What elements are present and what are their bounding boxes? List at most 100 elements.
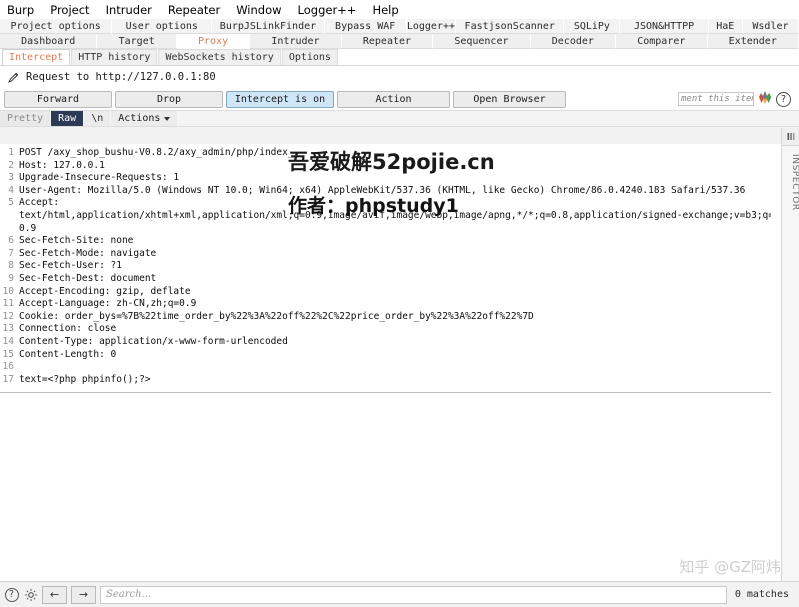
request-line: 17text=<?php phpinfo();?> [0,374,771,387]
line-number: 17 [0,374,19,387]
actions-menu[interactable]: Actions [111,111,178,126]
request-line: 3Upgrade-Insecure-Requests: 1 [0,172,771,185]
tab-extender[interactable]: Extender [708,34,799,49]
forward-button[interactable]: Forward [4,91,112,108]
line-number: 3 [0,172,19,185]
gear-icon[interactable] [23,587,38,602]
request-line: 16 [0,361,771,374]
request-line: 12Cookie: order_bys=%7B%22time_order_by%… [0,311,771,324]
line-text: Upgrade-Insecure-Requests: 1 [19,172,179,185]
line-number: 14 [0,336,19,349]
help-circle-icon[interactable]: ? [776,92,791,107]
action-button[interactable]: Action [337,91,450,108]
tab-user-options[interactable]: User options [112,19,212,34]
line-text: text/html,application/xhtml+xml,applicat… [19,210,771,223]
tab-project-options[interactable]: Project options [0,19,112,34]
tab-decoder[interactable]: Decoder [531,34,616,49]
tab-logger-plus[interactable]: Logger++ [407,19,456,34]
line-text: POST /axy_shop_bushu-V0.8.2/axy_admin/ph… [19,147,294,160]
subtab-websockets-history[interactable]: WebSockets history [158,49,280,65]
pretty-button[interactable]: Pretty [0,111,51,126]
body-separator [0,392,771,393]
tab-sqlipy[interactable]: SQLiPy [564,19,620,34]
request-raw-text[interactable]: 1POST /axy_shop_bushu-V0.8.2/axy_admin/p… [0,144,771,581]
menu-item-project[interactable]: Project [47,2,92,18]
request-line: text/html,application/xhtml+xml,applicat… [0,210,771,223]
line-text: Sec-Fetch-Dest: document [19,273,156,286]
line-text: Content-Length: 0 [19,349,116,362]
menu-item-logger[interactable]: Logger++ [295,2,360,18]
tab-burpjslinkfinder[interactable]: BurpJSLinkFinder [212,19,324,34]
menu-item-window[interactable]: Window [233,2,284,18]
request-line: 9Sec-Fetch-Dest: document [0,273,771,286]
line-number: 9 [0,273,19,286]
menubar: Burp Project Intruder Repeater Window Lo… [0,0,799,19]
panel-toggle-icon[interactable] [782,128,799,146]
tab-intruder[interactable]: Intruder [250,34,341,49]
request-line: 0.9 [0,223,771,236]
search-status-bar: ? ← → Search... 0 matches [0,581,799,607]
actions-label: Actions [118,113,160,124]
line-number: 6 [0,235,19,248]
line-number: 12 [0,311,19,324]
drop-button[interactable]: Drop [115,91,223,108]
tab-dashboard[interactable]: Dashboard [0,34,97,49]
arrow-left-icon[interactable]: ← [42,586,67,604]
request-line: 11Accept-Language: zh-CN,zh;q=0.9 [0,298,771,311]
right-tools-group: ment this item ? [678,90,795,108]
intercept-toggle-button[interactable]: Intercept is on [226,91,334,108]
request-line: 7Sec-Fetch-Mode: navigate [0,248,771,261]
tab-repeater[interactable]: Repeater [342,34,433,49]
tab-sequencer[interactable]: Sequencer [433,34,530,49]
line-number: 15 [0,349,19,362]
line-text: Content-Type: application/x-www-form-url… [19,336,288,349]
menu-item-intruder[interactable]: Intruder [103,2,155,18]
message-editor-toolbar: Pretty Raw \n Actions [0,110,799,127]
line-number: 2 [0,160,19,173]
subtab-intercept[interactable]: Intercept [2,49,70,65]
subtab-http-history[interactable]: HTTP history [71,49,157,65]
line-text: text=<?php phpinfo();?> [19,374,151,387]
tab-proxy[interactable]: Proxy [177,34,250,49]
request-line: 2Host: 127.0.0.1 [0,160,771,173]
tab-json-httpp[interactable]: JSON&HTTPP [620,19,708,34]
color-palette-icon[interactable] [757,90,773,108]
newline-button[interactable]: \n [84,111,111,126]
line-number: 5 [0,197,19,210]
line-text: Sec-Fetch-Site: none [19,235,133,248]
line-number: 8 [0,260,19,273]
request-target-text: Request to http://127.0.0.1:80 [26,71,216,83]
line-number: 11 [0,298,19,311]
intercept-action-bar: Forward Drop Intercept is on Action Open… [0,88,799,110]
tab-wsdler[interactable]: Wsdler [743,19,799,34]
raw-button[interactable]: Raw [51,111,84,126]
line-number: 10 [0,286,19,299]
menu-item-burp[interactable]: Burp [4,2,37,18]
menu-item-help[interactable]: Help [369,2,401,18]
line-number [0,223,19,236]
tab-comparer[interactable]: Comparer [616,34,707,49]
match-count: 0 matches [731,589,795,600]
subtab-options[interactable]: Options [282,49,338,65]
burp-suite-window: Burp Project Intruder Repeater Window Lo… [0,0,799,607]
comment-input[interactable]: ment this item [678,92,754,106]
menu-item-repeater[interactable]: Repeater [165,2,223,18]
request-editor-panel[interactable]: 1POST /axy_shop_bushu-V0.8.2/axy_admin/p… [0,144,799,581]
help-circle-icon-status[interactable]: ? [4,587,19,602]
tab-target[interactable]: Target [97,34,176,49]
search-input[interactable]: Search... [100,586,727,604]
line-number: 1 [0,147,19,160]
line-text: User-Agent: Mozilla/5.0 (Windows NT 10.0… [19,185,745,198]
open-browser-button[interactable]: Open Browser [453,91,566,108]
request-line: 10Accept-Encoding: gzip, deflate [0,286,771,299]
request-line: 8Sec-Fetch-User: ?1 [0,260,771,273]
main-tab-row: Dashboard Target Proxy Intruder Repeater… [0,34,799,49]
inspector-label[interactable]: INSPECTOR [782,154,799,211]
line-text: Cookie: order_bys=%7B%22time_order_by%22… [19,311,534,324]
tab-fastjsonscanner[interactable]: FastjsonScanner [456,19,564,34]
tab-hae[interactable]: HaE [709,19,743,34]
line-number: 13 [0,323,19,336]
tab-bypass-waf[interactable]: Bypass WAF [325,19,407,34]
arrow-right-icon[interactable]: → [71,586,96,604]
request-line: 5Accept: [0,197,771,210]
